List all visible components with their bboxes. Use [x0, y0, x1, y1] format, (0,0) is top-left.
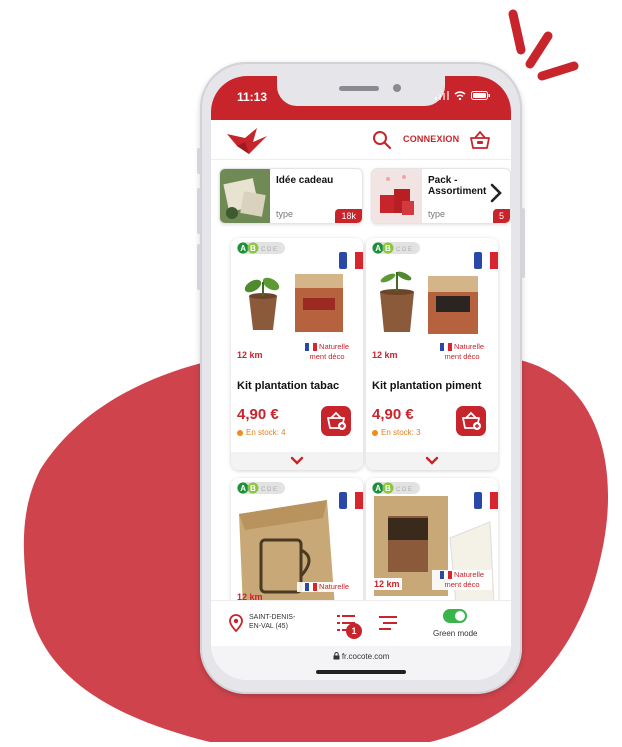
distance-label: 12 km — [372, 350, 398, 360]
carousel-next-icon[interactable] — [488, 182, 504, 204]
carousel-badge: 5 — [492, 209, 510, 223]
status-bar: 11:13 — [211, 76, 511, 120]
origin-tag: Naturelle ment déco — [297, 342, 357, 362]
battery-icon — [471, 91, 490, 100]
home-indicator[interactable] — [316, 670, 406, 674]
svg-text:B: B — [385, 484, 391, 493]
product-price: 4,90 € — [237, 406, 279, 423]
origin-tag: Naturelle — [297, 582, 357, 592]
expand-details-button[interactable] — [366, 452, 498, 470]
svg-text:B: B — [385, 244, 391, 253]
chevron-down-icon — [425, 456, 439, 465]
distance-label: 12 km — [372, 578, 402, 590]
basket-icon[interactable] — [469, 129, 491, 151]
svg-text:A: A — [375, 484, 381, 493]
carousel-thumb-image — [372, 169, 422, 223]
power-button — [521, 208, 525, 278]
carousel-thumb-image — [220, 169, 270, 223]
svg-text:A: A — [240, 244, 246, 253]
carousel-type: type — [428, 209, 446, 219]
product-card[interactable]: A B C D E 12 km Naturelle ment déco Kit … — [366, 238, 498, 470]
expand-details-button[interactable] — [231, 452, 363, 470]
green-mode-toggle[interactable] — [443, 609, 467, 623]
add-to-basket-button[interactable] — [456, 406, 486, 436]
phone-screen: 11:13 CONNEXION Idée cadeau type 18k Pac… — [211, 76, 511, 680]
basket-add-icon — [327, 411, 346, 430]
product-name[interactable]: Kit plantation piment — [372, 380, 481, 392]
svg-text:C D E: C D E — [261, 247, 277, 253]
add-to-basket-button[interactable] — [321, 406, 351, 436]
svg-text:C D E: C D E — [396, 247, 412, 253]
location-label[interactable]: SAINT-DENIS-EN-VAL (45) — [249, 613, 299, 631]
carousel-badge: 18k — [335, 209, 362, 223]
svg-text:A: A — [240, 484, 246, 493]
carousel-type: type — [276, 209, 294, 219]
speaker-grille — [339, 86, 379, 91]
chevron-down-icon — [290, 456, 304, 465]
volume-down-button — [197, 244, 201, 290]
svg-text:C D E: C D E — [396, 487, 412, 493]
green-mode-label: Green mode — [433, 629, 478, 638]
app-header: CONNEXION — [211, 120, 511, 160]
stock-dot-icon — [372, 429, 378, 436]
category-carousel[interactable]: Idée cadeau type 18k Pack - Assortiment … — [211, 168, 511, 226]
stock-status: En stock: 4 — [237, 428, 286, 437]
wifi-icon — [454, 91, 466, 100]
french-flag-mini-icon — [304, 583, 317, 592]
product-price: 4,90 € — [372, 406, 414, 423]
stock-text: En stock: 3 — [381, 428, 421, 437]
stock-dot-icon — [237, 429, 243, 436]
bottom-toolbar: SAINT-DENIS-EN-VAL (45) 1 Green mode — [211, 600, 511, 646]
product-card[interactable]: A B C D E 12 km Naturelle ment déco — [366, 478, 498, 608]
url-text: fr.cocote.com — [341, 652, 390, 661]
nutriscore-badge: A B C D E — [372, 242, 420, 254]
origin-tag: Naturelle ment déco — [432, 570, 492, 590]
nutriscore-badge: A B C D E — [372, 482, 420, 494]
connexion-link[interactable]: CONNEXION — [403, 134, 459, 144]
svg-text:B: B — [250, 484, 256, 493]
distance-label: 12 km — [237, 350, 263, 360]
product-card[interactable]: A B C D E 12 km Naturelle — [231, 478, 363, 608]
french-flag-icon — [339, 492, 363, 509]
origin-tag: Naturelle ment déco — [432, 342, 492, 362]
nutriscore-badge: A B C D E — [237, 242, 285, 254]
product-card[interactable]: A B C D E 12 km Naturelle ment déco Kit … — [231, 238, 363, 470]
carousel-card-idee-cadeau[interactable]: Idée cadeau type 18k — [219, 168, 363, 224]
location-pin-icon[interactable] — [229, 614, 243, 632]
status-time: 11:13 — [237, 90, 268, 104]
svg-text:C D E: C D E — [261, 487, 277, 493]
svg-text:B: B — [250, 244, 256, 253]
cocote-bird-logo[interactable] — [227, 128, 269, 154]
origin-tag-text: Naturelle — [319, 582, 350, 591]
url-field[interactable]: fr.cocote.com — [211, 652, 511, 661]
stock-text: En stock: 4 — [246, 428, 286, 437]
basket-add-icon — [462, 411, 481, 430]
french-flag-mini-icon — [439, 343, 452, 352]
mute-switch — [197, 148, 201, 174]
nutriscore-badge: A B C D E — [237, 482, 285, 494]
lock-icon — [333, 652, 340, 660]
list-count-badge: 1 — [346, 623, 362, 639]
volume-up-button — [197, 188, 201, 234]
search-icon[interactable] — [372, 130, 392, 150]
filter-icon[interactable] — [379, 614, 399, 632]
carousel-title: Idée cadeau — [276, 175, 334, 186]
front-camera — [393, 84, 401, 92]
french-flag-icon — [474, 492, 498, 509]
french-flag-icon — [474, 252, 498, 269]
status-icons — [435, 91, 491, 100]
browser-url-bar: fr.cocote.com — [211, 646, 511, 680]
stock-status: En stock: 3 — [372, 428, 421, 437]
phone-frame: 11:13 CONNEXION Idée cadeau type 18k Pac… — [197, 62, 525, 694]
svg-text:A: A — [375, 244, 381, 253]
signal-icon — [435, 91, 449, 100]
product-name[interactable]: Kit plantation tabac — [237, 380, 339, 392]
french-flag-mini-icon — [304, 343, 317, 352]
french-flag-mini-icon — [439, 571, 452, 580]
notch — [277, 76, 445, 106]
french-flag-icon — [339, 252, 363, 269]
